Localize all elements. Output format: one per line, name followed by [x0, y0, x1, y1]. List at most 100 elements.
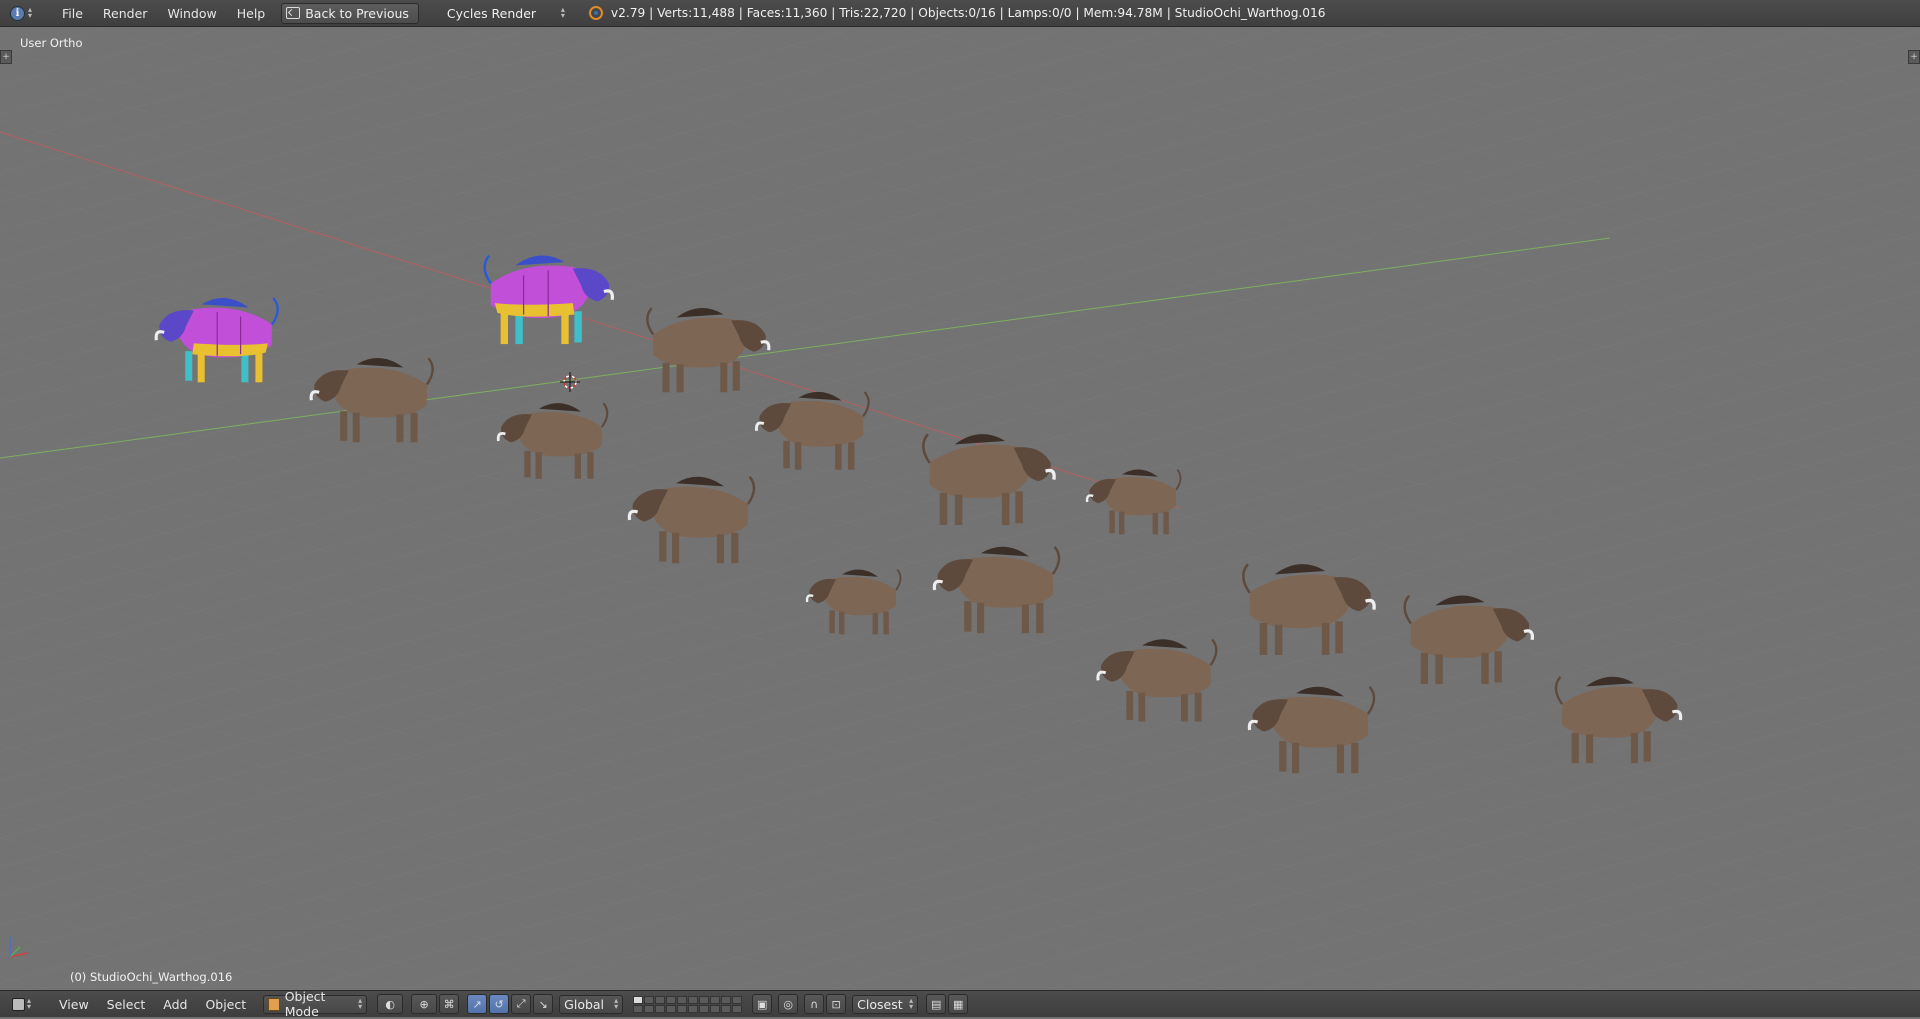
warthog-uv-model[interactable]	[154, 297, 279, 383]
axis-gizmo-icon	[9, 937, 29, 958]
snap-toggle-button[interactable]: ∩	[804, 994, 825, 1014]
info-icon: i	[10, 5, 25, 21]
menu-render[interactable]: Render	[93, 6, 158, 21]
transform-orientation-select[interactable]: Global ▴ ▾	[559, 994, 624, 1014]
warthog-model[interactable]	[627, 476, 756, 564]
layer-button[interactable]	[655, 1004, 666, 1013]
scale-manipulator-button[interactable]: ⤢	[511, 994, 532, 1014]
3d-view-icon	[12, 997, 25, 1011]
warthog-model[interactable]	[1554, 676, 1683, 764]
snap-magnet-icon: ∩	[810, 997, 819, 1011]
warthog-model[interactable]	[496, 402, 609, 479]
3d-cursor-icon[interactable]	[560, 372, 580, 392]
warthog-model[interactable]	[1096, 638, 1218, 722]
rotate-arc-icon: ↺	[494, 997, 504, 1011]
warthog-model[interactable]	[1085, 469, 1182, 535]
editor-type-selector[interactable]: i ▴ ▾	[10, 4, 40, 22]
warthog-uv-model[interactable]	[483, 254, 615, 345]
manipulator-toggle[interactable]: ⌘	[439, 994, 460, 1014]
manipulator-icon: ⌘	[443, 997, 455, 1011]
translate-manipulator-button[interactable]: ↗	[467, 994, 488, 1014]
object-mode-icon	[268, 997, 280, 1011]
interaction-mode-select[interactable]: Object Mode ▴ ▾	[263, 989, 368, 1019]
back-icon	[286, 7, 301, 19]
warthog-model[interactable]	[1247, 686, 1376, 774]
editor-type-selector-3d[interactable]: ▴ ▾	[12, 996, 36, 1011]
updown-arrows-icon: ▴ ▾	[560, 5, 565, 20]
layer-button[interactable]	[633, 995, 644, 1004]
layer-button[interactable]	[633, 1004, 644, 1013]
warthog-model[interactable]	[932, 546, 1061, 634]
updown-arrows-icon: ▴ ▾	[909, 996, 914, 1011]
layer-button[interactable]	[710, 995, 721, 1004]
warthog-model[interactable]	[1242, 563, 1376, 655]
warthog-herd	[154, 254, 1683, 774]
layer-button[interactable]	[644, 1004, 655, 1013]
orientation-label: Global	[564, 996, 605, 1012]
proportional-editing-button[interactable]: ◎	[778, 994, 799, 1014]
scene-statistics: v2.79 | Verts:11,488 | Faces:11,360 | Tr…	[610, 6, 1326, 20]
layer-button[interactable]	[666, 1004, 677, 1013]
menu-add[interactable]: Add	[154, 997, 196, 1012]
interaction-mode-label: Object Mode	[284, 989, 326, 1019]
menu-file[interactable]: File	[52, 6, 93, 21]
warthog-model[interactable]	[922, 433, 1056, 525]
opengl-animation-button[interactable]: ▦	[948, 994, 969, 1014]
blender-logo-icon	[588, 6, 603, 20]
scale-icon: ⤢	[516, 997, 526, 1010]
updown-arrows-icon: ▴ ▾	[28, 5, 33, 20]
layer-button[interactable]	[688, 995, 699, 1004]
warthog-model[interactable]	[646, 307, 771, 393]
layer-button[interactable]	[721, 995, 732, 1004]
render-engine-select[interactable]: Cycles Render ▴ ▾	[441, 4, 571, 23]
layer-button[interactable]	[732, 1004, 743, 1013]
snap-element-select[interactable]: ⊡	[826, 994, 847, 1014]
rotate-manipulator-button[interactable]: ↺	[489, 994, 510, 1014]
back-to-previous-button[interactable]: Back to Previous	[281, 2, 419, 24]
menu-help[interactable]: Help	[227, 6, 276, 21]
warthog-model[interactable]	[309, 357, 434, 443]
translate-arrow-icon: ↗	[472, 997, 482, 1011]
layer-button[interactable]	[732, 995, 743, 1004]
layer-button[interactable]	[721, 1004, 732, 1013]
pivot-point-select[interactable]: ⊕	[411, 994, 438, 1014]
layer-grid[interactable]	[633, 995, 743, 1013]
warthog-model[interactable]	[1403, 594, 1535, 685]
layers-lock-icon: ▣	[756, 997, 768, 1011]
layer-button[interactable]	[699, 1004, 710, 1013]
render-engine-label: Cycles Render	[446, 5, 537, 21]
opengl-render-button[interactable]: ▤	[926, 994, 947, 1014]
pivot-icon: ⊕	[419, 997, 429, 1011]
back-to-previous-label: Back to Previous	[305, 5, 409, 21]
info-header: i ▴ ▾ File Render Window Help Back to Pre…	[0, 0, 1920, 27]
render-animation-icon: ▦	[952, 997, 964, 1011]
warthog-model[interactable]	[805, 569, 902, 635]
orientation-icon: ↘	[538, 997, 548, 1011]
main-menu: File Render Window Help	[52, 6, 275, 21]
viewport-shading-select[interactable]: ◐	[377, 994, 404, 1014]
menu-view[interactable]: View	[50, 997, 98, 1012]
transform-orientation-icon-button[interactable]: ↘	[533, 994, 554, 1014]
layer-button[interactable]	[644, 995, 655, 1004]
view-menu-bar: View Select Add Object	[50, 997, 255, 1012]
updown-arrows-icon: ▴ ▾	[27, 996, 32, 1011]
menu-object[interactable]: Object	[196, 997, 255, 1012]
warthog-model[interactable]	[754, 391, 870, 470]
lock-camera-layers-button[interactable]: ▣	[752, 994, 773, 1014]
render-image-icon: ▤	[930, 997, 942, 1011]
layer-button[interactable]	[699, 995, 710, 1004]
3d-viewport[interactable]: User Ortho + + (0) StudioOchi_Warthog.01…	[0, 28, 1920, 989]
menu-window[interactable]: Window	[157, 6, 226, 21]
snap-target-select[interactable]: Closest ▴ ▾	[852, 994, 919, 1014]
layer-button[interactable]	[688, 1004, 699, 1013]
snap-target-label: Closest	[857, 996, 903, 1012]
active-object-label: (0) StudioOchi_Warthog.016	[70, 970, 233, 984]
layer-button[interactable]	[655, 995, 666, 1004]
layer-button[interactable]	[710, 1004, 721, 1013]
layer-button[interactable]	[666, 995, 677, 1004]
proportional-circle-icon: ◎	[783, 997, 793, 1011]
menu-select[interactable]: Select	[98, 997, 155, 1012]
updown-arrows-icon: ▴ ▾	[358, 996, 363, 1011]
layer-button[interactable]	[677, 995, 688, 1004]
layer-button[interactable]	[677, 1004, 688, 1013]
